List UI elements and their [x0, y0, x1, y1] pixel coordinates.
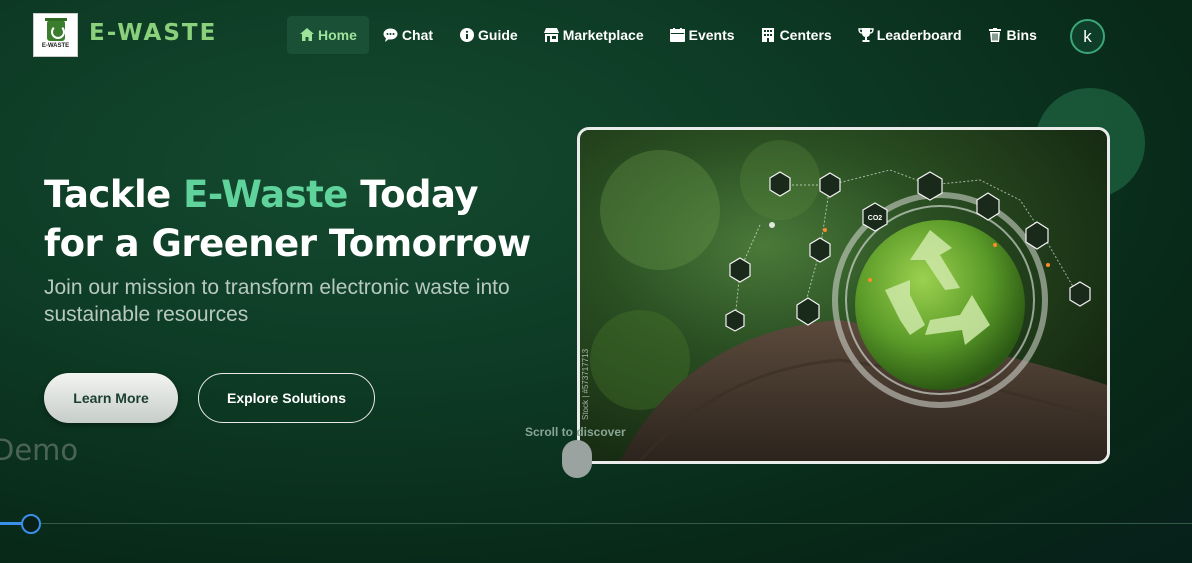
hero-title: Tackle E-Waste Today for a Greener Tomor…	[44, 170, 584, 268]
nav-events[interactable]: Events	[658, 16, 747, 54]
nav-label: Marketplace	[562, 27, 644, 43]
nav-label: Bins	[1006, 27, 1037, 43]
title-text: Today	[347, 173, 478, 216]
calendar-icon	[669, 28, 685, 42]
stock-watermark: Stock | #573717713	[581, 348, 590, 420]
nav-label: Centers	[779, 27, 832, 43]
recycle-bin-icon	[44, 18, 67, 41]
title-line-2: for a Greener Tomorrow	[44, 222, 531, 265]
explore-solutions-button[interactable]: Explore Solutions	[198, 373, 375, 423]
timeline-handle[interactable]	[21, 514, 41, 534]
store-icon	[543, 28, 559, 42]
scroll-indicator[interactable]	[562, 440, 592, 478]
co2-label: CO2	[868, 215, 883, 222]
nav-label: Events	[688, 27, 735, 43]
nav-centers[interactable]: Centers	[749, 16, 844, 54]
hero-image: CO2 Stock | #573717713	[577, 127, 1110, 464]
nav-home[interactable]: Home	[287, 16, 369, 54]
trophy-icon	[858, 28, 874, 42]
main-nav: Home Chat Guide Marketplace Events Cente…	[287, 16, 1051, 54]
timeline-progress	[0, 522, 22, 525]
learn-more-button[interactable]: Learn More	[44, 373, 178, 423]
building-icon	[761, 28, 776, 42]
chat-icon	[383, 28, 398, 42]
user-avatar[interactable]: k	[1070, 19, 1105, 54]
title-accent: E-Waste	[183, 173, 348, 216]
demo-label: Demo	[0, 433, 79, 467]
logo-text: E-WASTE	[41, 43, 70, 49]
info-icon	[459, 28, 474, 42]
nav-label: Chat	[401, 27, 434, 43]
nav-label: Guide	[478, 27, 518, 43]
nav-label: Home	[318, 27, 357, 43]
title-text: Tackle	[44, 173, 184, 216]
home-icon	[299, 28, 314, 42]
nav-leaderboard[interactable]: Leaderboard	[846, 16, 974, 54]
nav-guide[interactable]: Guide	[447, 16, 530, 54]
nav-marketplace[interactable]: Marketplace	[532, 16, 656, 54]
brand-name[interactable]: E-WASTE	[89, 20, 217, 46]
scroll-hint: Scroll to discover	[525, 425, 626, 439]
nav-label: Leaderboard	[876, 27, 962, 43]
nav-chat[interactable]: Chat	[371, 16, 445, 54]
timeline-track[interactable]	[0, 523, 1192, 524]
trash-icon	[988, 28, 1003, 42]
hero-subtitle: Join our mission to transform electronic…	[44, 276, 510, 326]
nav-bins[interactable]: Bins	[976, 16, 1049, 54]
logo[interactable]: E-WASTE	[33, 13, 78, 57]
